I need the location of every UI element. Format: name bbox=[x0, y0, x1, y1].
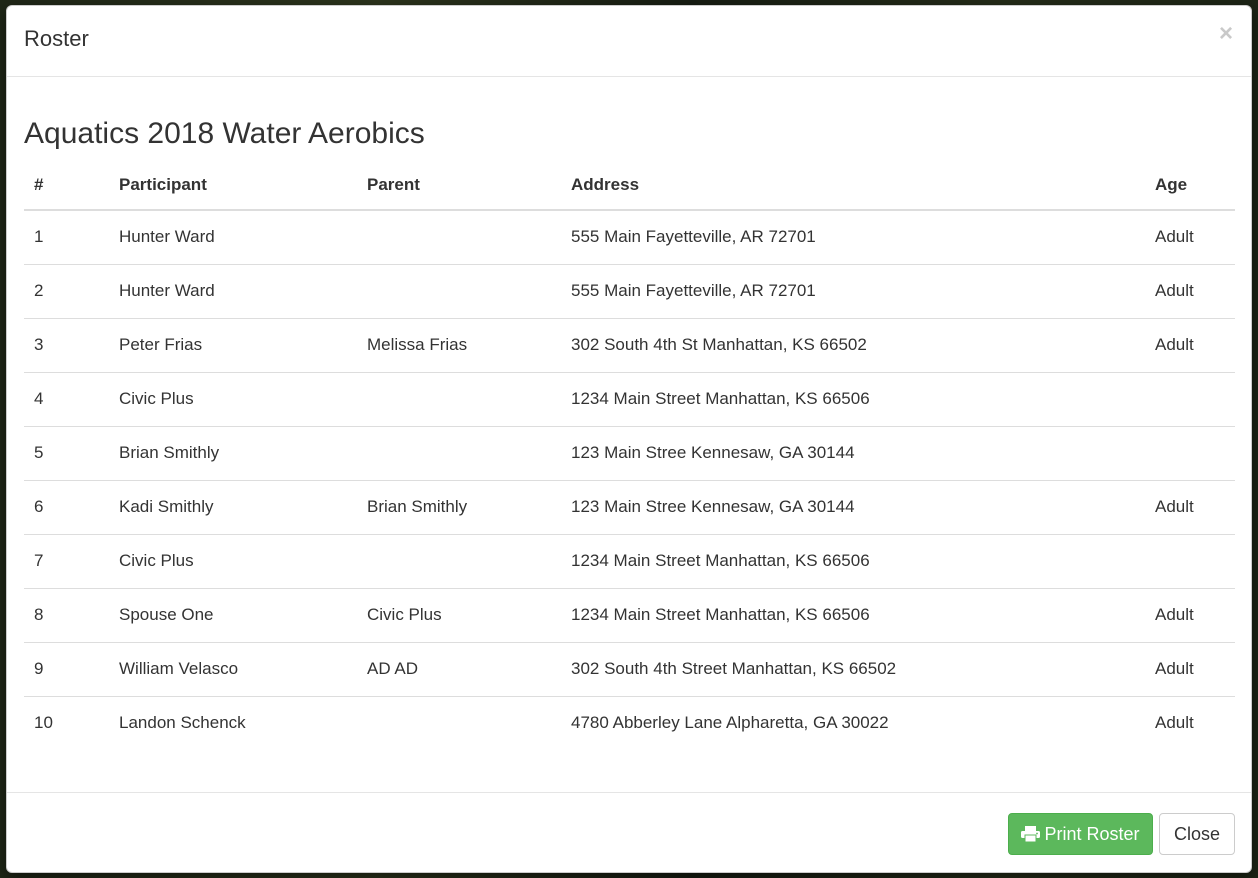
row-number: 10 bbox=[24, 695, 109, 750]
row-number: 3 bbox=[24, 317, 109, 372]
address-cell: 1234 Main Street Manhattan, KS 66506 bbox=[561, 371, 1145, 426]
address-cell: 302 South 4th St Manhattan, KS 66502 bbox=[561, 317, 1145, 372]
column-header-number: # bbox=[24, 161, 109, 211]
row-number: 9 bbox=[24, 641, 109, 696]
address-cell: 123 Main Stree Kennesaw, GA 30144 bbox=[561, 425, 1145, 480]
participant-cell: Brian Smithly bbox=[109, 425, 357, 480]
row-number: 6 bbox=[24, 479, 109, 534]
participant-cell: Spouse One bbox=[109, 587, 357, 642]
age-cell: Adult bbox=[1145, 641, 1235, 696]
table-row: 3 Peter Frias Melissa Frias 302 South 4th S… bbox=[24, 317, 1235, 372]
address-cell: 555 Main Fayetteville, AR 72701 bbox=[561, 263, 1145, 318]
table-row: 2 Hunter Ward 555 Main Fayetteville, AR 72… bbox=[24, 263, 1235, 318]
age-cell: Adult bbox=[1145, 263, 1235, 318]
modal-title: Roster bbox=[24, 26, 89, 51]
parent-cell: Civic Plus bbox=[357, 587, 561, 642]
row-number: 8 bbox=[24, 587, 109, 642]
age-cell: Adult bbox=[1145, 695, 1235, 750]
row-number: 4 bbox=[24, 371, 109, 426]
parent-cell bbox=[357, 371, 561, 426]
modal-footer: Print Roster Close bbox=[7, 792, 1251, 872]
parent-cell: Brian Smithly bbox=[357, 479, 561, 534]
participant-cell: Hunter Ward bbox=[109, 263, 357, 318]
age-cell bbox=[1145, 533, 1235, 588]
address-cell: 4780 Abberley Lane Alpharetta, GA 30022 bbox=[561, 695, 1145, 750]
table-header-row: # Participant Parent Address Age bbox=[24, 161, 1235, 211]
table-row: 8 Spouse One Civic Plus 1234 Main Street Ma… bbox=[24, 587, 1235, 642]
table-row: 7 Civic Plus 1234 Main Street Manhattan, K… bbox=[24, 533, 1235, 588]
parent-cell bbox=[357, 263, 561, 318]
roster-modal: Roster × Aquatics 2018 Water Aerobics # … bbox=[6, 5, 1252, 873]
modal-body: Aquatics 2018 Water Aerobics # Participa… bbox=[24, 77, 1235, 792]
address-cell: 1234 Main Street Manhattan, KS 66506 bbox=[561, 587, 1145, 642]
row-number: 7 bbox=[24, 533, 109, 588]
address-cell: 555 Main Fayetteville, AR 72701 bbox=[571, 227, 816, 247]
table-row: 6 Kadi Smithly Brian Smithly 123 Main Stree… bbox=[24, 479, 1235, 534]
age-cell: Adult bbox=[1145, 317, 1235, 372]
row-number: 5 bbox=[24, 425, 109, 480]
table-row: 4 Civic Plus 1234 Main Street Manhattan, K… bbox=[24, 371, 1235, 426]
age-cell: Adult bbox=[1145, 587, 1235, 642]
parent-cell bbox=[357, 695, 561, 750]
age-cell: Adult bbox=[1145, 479, 1235, 534]
table-row: 10 Landon Schenck 4780 Abberley Lane Alpha… bbox=[24, 695, 1235, 750]
row-number: 2 bbox=[24, 263, 109, 318]
address-cell: 302 South 4th Street Manhattan, KS 66502 bbox=[561, 641, 1145, 696]
participant-cell: William Velasco bbox=[109, 641, 357, 696]
close-icon[interactable]: × bbox=[1219, 22, 1233, 46]
close-button[interactable]: Close bbox=[1159, 813, 1235, 855]
table-row: 1 Hunter Ward 555 Main Fayetteville, AR 72… bbox=[24, 210, 1235, 264]
print-roster-label: Print Roster bbox=[1044, 823, 1140, 844]
parent-cell bbox=[357, 210, 561, 264]
parent-cell: Melissa Frias bbox=[357, 317, 561, 372]
table-row: 5 Brian Smithly 123 Main Stree Kennesaw, G… bbox=[24, 425, 1235, 480]
participant-cell: Civic Plus bbox=[109, 371, 357, 426]
roster-table: # Participant Parent Address Age 1 Hunter… bbox=[24, 161, 1235, 750]
participant-cell: Landon Schenck bbox=[109, 695, 357, 750]
roster-table-body: 1 Hunter Ward 555 Main Fayetteville, AR 72… bbox=[24, 210, 1235, 750]
printer-icon bbox=[1021, 826, 1041, 843]
table-row: 9 William Velasco AD AD 302 South 4th Stree… bbox=[24, 641, 1235, 696]
column-header-parent: Parent bbox=[357, 161, 561, 211]
parent-cell bbox=[357, 533, 561, 588]
column-header-age: Age bbox=[1145, 161, 1235, 211]
age-cell bbox=[1145, 371, 1235, 426]
age-cell: Adult bbox=[1155, 227, 1194, 247]
age-cell bbox=[1145, 425, 1235, 480]
participant-cell: Kadi Smithly bbox=[109, 479, 357, 534]
address-cell: 1234 Main Street Manhattan, KS 66506 bbox=[561, 533, 1145, 588]
participant-cell: Hunter Ward bbox=[119, 227, 215, 247]
address-cell: 123 Main Stree Kennesaw, GA 30144 bbox=[561, 479, 1145, 534]
column-header-address: Address bbox=[561, 161, 1145, 211]
roster-heading: Aquatics 2018 Water Aerobics bbox=[24, 117, 425, 150]
parent-cell: AD AD bbox=[357, 641, 561, 696]
modal-header: Roster × bbox=[7, 6, 1251, 77]
participant-cell: Peter Frias bbox=[109, 317, 357, 372]
print-roster-button[interactable]: Print Roster bbox=[1008, 813, 1153, 855]
parent-cell bbox=[357, 425, 561, 480]
participant-cell: Civic Plus bbox=[109, 533, 357, 588]
column-header-participant: Participant bbox=[109, 161, 357, 211]
row-number: 1 bbox=[34, 227, 44, 247]
